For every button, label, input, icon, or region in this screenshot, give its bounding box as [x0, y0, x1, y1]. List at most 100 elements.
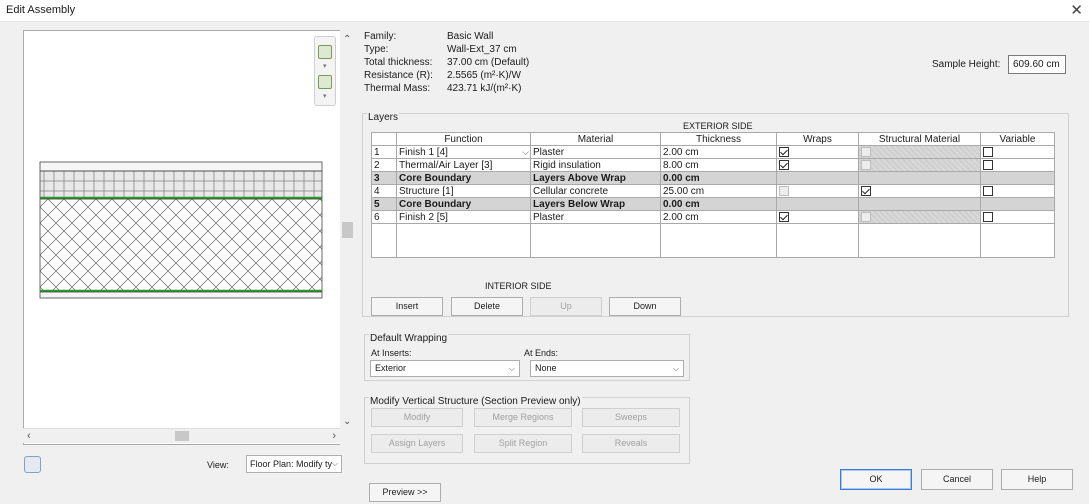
- structural-checkbox: [861, 211, 871, 222]
- help-button[interactable]: Help: [1001, 469, 1073, 490]
- function-cell[interactable]: Core Boundary: [396, 171, 531, 185]
- variable-checkbox[interactable]: [983, 159, 993, 170]
- column-header-function[interactable]: Function: [396, 132, 531, 146]
- row-number[interactable]: 4: [371, 184, 397, 198]
- column-header-wraps[interactable]: Wraps: [776, 132, 859, 146]
- wraps-cell[interactable]: [776, 158, 859, 172]
- function-cell[interactable]: Core Boundary: [396, 197, 531, 211]
- table-row[interactable]: 6 Finish 2 [5] Plaster 2.00 cm: [371, 210, 1055, 224]
- wraps-checkbox[interactable]: [779, 211, 789, 222]
- pan-icon[interactable]: [318, 75, 332, 89]
- function-cell[interactable]: Finish 2 [5]: [396, 210, 531, 224]
- variable-cell: [980, 197, 1055, 211]
- thickness-cell[interactable]: 0.00 cm: [660, 171, 777, 185]
- thickness-cell[interactable]: 8.00 cm: [660, 158, 777, 172]
- scroll-right-icon[interactable]: ›: [332, 430, 336, 442]
- row-number[interactable]: 1: [371, 145, 397, 159]
- help-icon[interactable]: [24, 456, 41, 473]
- material-cell[interactable]: Layers Below Wrap: [530, 197, 661, 211]
- interior-side-label: INTERIOR SIDE: [485, 281, 552, 291]
- dropdown-dot-icon: ▾: [323, 63, 327, 70]
- delete-button[interactable]: Delete: [451, 297, 523, 316]
- scroll-down-icon[interactable]: ⌄: [343, 416, 351, 427]
- reveals-button[interactable]: Reveals: [582, 434, 680, 453]
- row-number[interactable]: 5: [371, 197, 397, 211]
- thickness-cell[interactable]: 2.00 cm: [660, 145, 777, 159]
- preview-button[interactable]: Preview >>: [369, 483, 441, 502]
- material-cell[interactable]: Rigid insulation: [530, 158, 661, 172]
- cancel-button[interactable]: Cancel: [921, 469, 993, 490]
- section-preview[interactable]: [23, 30, 343, 445]
- sweeps-button[interactable]: Sweeps: [582, 408, 680, 427]
- structural-cell[interactable]: [858, 184, 981, 198]
- row-number[interactable]: 3: [371, 171, 397, 185]
- column-header-structural-material[interactable]: Structural Material: [858, 132, 981, 146]
- insert-button[interactable]: Insert: [371, 297, 443, 316]
- zoom-icon[interactable]: [318, 45, 332, 59]
- structural-checkbox: [861, 159, 871, 170]
- wraps-cell[interactable]: [776, 210, 859, 224]
- at-inserts-select[interactable]: Exterior ⌵: [370, 360, 520, 377]
- wraps-checkbox: [779, 185, 789, 196]
- variable-cell[interactable]: [980, 145, 1055, 159]
- preview-vertical-scrollbar[interactable]: ⌃ ⌄: [340, 30, 355, 445]
- table-row[interactable]: 1 Finish 1 [4] ⌵ Plaster 2.00 cm: [371, 145, 1055, 159]
- structural-checkbox[interactable]: [861, 185, 871, 196]
- ok-button[interactable]: OK: [840, 469, 912, 490]
- modify-button[interactable]: Modify: [371, 408, 463, 427]
- thickness-cell[interactable]: 25.00 cm: [660, 184, 777, 198]
- variable-cell[interactable]: [980, 158, 1055, 172]
- at-ends-select[interactable]: None ⌵: [530, 360, 684, 377]
- thickness-cell[interactable]: 2.00 cm: [660, 210, 777, 224]
- column-header-num: [371, 132, 397, 146]
- column-header-material[interactable]: Material: [530, 132, 661, 146]
- variable-checkbox[interactable]: [983, 146, 993, 157]
- at-inserts-label: At Inserts:: [371, 348, 412, 358]
- row-number[interactable]: 2: [371, 158, 397, 172]
- layers-caption: Layers: [367, 112, 400, 123]
- function-cell[interactable]: Structure [1]: [396, 184, 531, 198]
- sample-height-input[interactable]: [1008, 55, 1066, 74]
- wall-section-drawing: [39, 161, 323, 299]
- down-button[interactable]: Down: [609, 297, 681, 316]
- structural-cell: [858, 210, 981, 224]
- material-cell[interactable]: Cellular concrete: [530, 184, 661, 198]
- material-cell[interactable]: Layers Above Wrap: [530, 171, 661, 185]
- window-title: Edit Assembly: [6, 4, 76, 16]
- table-row-core-boundary[interactable]: 5 Core Boundary Layers Below Wrap 0.00 c…: [371, 197, 1055, 211]
- split-region-button[interactable]: Split Region: [474, 434, 572, 453]
- view-select[interactable]: Floor Plan: Modify ty ⌵: [246, 455, 342, 473]
- close-icon[interactable]: ✕: [1070, 1, 1083, 19]
- variable-checkbox[interactable]: [983, 185, 993, 196]
- material-cell[interactable]: Plaster: [530, 210, 661, 224]
- scroll-left-icon[interactable]: ‹: [27, 430, 31, 442]
- scroll-thumb[interactable]: [342, 222, 353, 238]
- table-row[interactable]: 4 Structure [1] Cellular concrete 25.00 …: [371, 184, 1055, 198]
- column-header-variable[interactable]: Variable: [980, 132, 1055, 146]
- assign-layers-button[interactable]: Assign Layers: [371, 434, 463, 453]
- function-cell[interactable]: Finish 1 [4] ⌵: [396, 145, 531, 159]
- wraps-cell[interactable]: [776, 145, 859, 159]
- material-cell[interactable]: Plaster: [530, 145, 661, 159]
- function-cell[interactable]: Thermal/Air Layer [3]: [396, 158, 531, 172]
- structural-cell: [858, 158, 981, 172]
- thickness-cell[interactable]: 0.00 cm: [660, 197, 777, 211]
- preview-horizontal-scrollbar[interactable]: ‹ ›: [23, 428, 340, 443]
- wraps-checkbox[interactable]: [779, 146, 789, 157]
- wraps-cell: [776, 197, 859, 211]
- column-header-thickness[interactable]: Thickness: [660, 132, 777, 146]
- up-button[interactable]: Up: [530, 297, 602, 316]
- wraps-checkbox[interactable]: [779, 159, 789, 170]
- chevron-down-icon[interactable]: ⌵: [522, 147, 529, 158]
- table-row-core-boundary[interactable]: 3 Core Boundary Layers Above Wrap 0.00 c…: [371, 171, 1055, 185]
- variable-cell[interactable]: [980, 210, 1055, 224]
- merge-regions-button[interactable]: Merge Regions: [474, 408, 572, 427]
- variable-checkbox[interactable]: [983, 211, 993, 222]
- table-row[interactable]: 2 Thermal/Air Layer [3] Rigid insulation…: [371, 158, 1055, 172]
- scroll-up-icon[interactable]: ⌃: [343, 34, 351, 45]
- structural-cell: [858, 197, 981, 211]
- scroll-thumb[interactable]: [175, 431, 189, 441]
- row-number[interactable]: 6: [371, 210, 397, 224]
- modify-vertical-caption: Modify Vertical Structure (Section Previ…: [369, 396, 582, 407]
- variable-cell[interactable]: [980, 184, 1055, 198]
